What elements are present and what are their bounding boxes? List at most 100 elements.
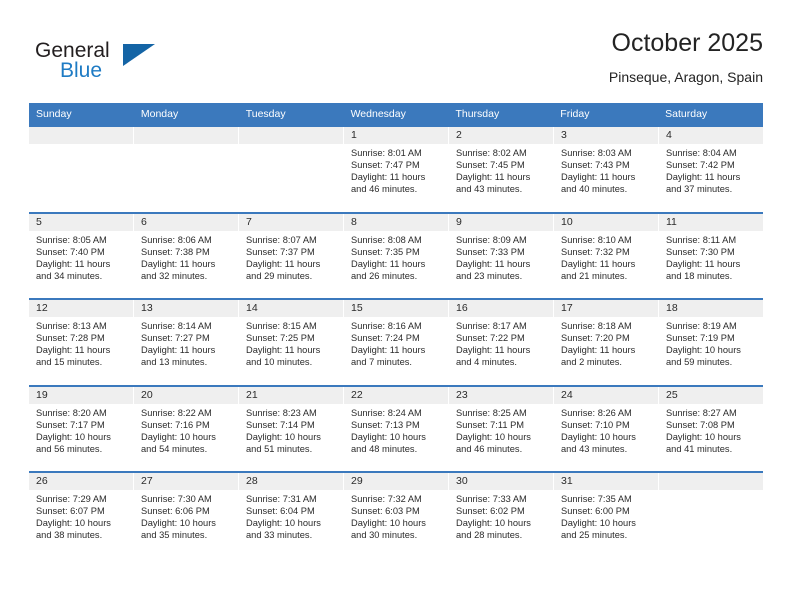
calendar-day-cell[interactable]: 8 Sunrise: 8:08 AM Sunset: 7:35 PM Daylight… bbox=[344, 213, 449, 298]
day-number: 21 bbox=[239, 386, 343, 404]
day-number: 11 bbox=[659, 213, 763, 231]
day-number: 30 bbox=[449, 473, 553, 490]
day-detail-line: and 46 minutes. bbox=[456, 443, 523, 454]
calendar-day-cell[interactable]: 18 Sunrise: 8:19 AM Sunset: 7:19 PM Dayligh… bbox=[659, 300, 763, 385]
day-detail-line: and 56 minutes. bbox=[36, 443, 103, 454]
day-number: 3 bbox=[554, 127, 658, 144]
day-detail-line: Sunset: 6:02 PM bbox=[456, 506, 525, 517]
day-detail-line: Sunset: 7:14 PM bbox=[246, 419, 315, 430]
calendar-day-cell[interactable]: 31 Sunrise: 7:35 AM Sunset: 6:00 PM Dayligh… bbox=[554, 473, 659, 558]
calendar-day-cell[interactable]: 12 Sunrise: 8:13 AM Sunset: 7:28 PM Dayligh… bbox=[29, 300, 134, 385]
day-detail-line: Sunset: 7:40 PM bbox=[36, 246, 105, 257]
day-detail-line: Sunset: 7:13 PM bbox=[351, 419, 420, 430]
day-detail-line: and 30 minutes. bbox=[351, 530, 418, 541]
day-details: Sunrise: 8:08 AM Sunset: 7:35 PM Daylight:… bbox=[344, 231, 448, 282]
day-detail-line: Sunrise: 7:32 AM bbox=[351, 494, 422, 504]
day-details: Sunrise: 8:11 AM Sunset: 7:30 PM Daylight:… bbox=[659, 231, 763, 282]
calendar-day-cell[interactable]: 16 Sunrise: 8:17 AM Sunset: 7:22 PM Dayligh… bbox=[449, 300, 554, 385]
day-number: 14 bbox=[239, 300, 343, 317]
calendar-day-cell[interactable]: 26 Sunrise: 7:29 AM Sunset: 6:07 PM Dayligh… bbox=[29, 473, 134, 558]
day-detail-line: and 2 minutes. bbox=[561, 357, 622, 368]
calendar-day-cell[interactable]: 24 Sunrise: 8:26 AM Sunset: 7:10 PM Dayligh… bbox=[554, 386, 659, 471]
page-header: General Blue October 2025 Pinseque, Arag… bbox=[29, 28, 763, 98]
day-detail-line: Daylight: 10 hours bbox=[561, 518, 636, 529]
day-detail-line: Sunrise: 8:23 AM bbox=[246, 407, 317, 418]
calendar-day-cell[interactable]: 19 Sunrise: 8:20 AM Sunset: 7:17 PM Dayligh… bbox=[29, 386, 134, 471]
calendar-day-cell[interactable]: 2 Sunrise: 8:02 AM Sunset: 7:45 PM Daylight… bbox=[449, 127, 554, 212]
calendar-day-cell[interactable]: 22 Sunrise: 8:24 AM Sunset: 7:13 PM Dayligh… bbox=[344, 386, 449, 471]
day-details: Sunrise: 8:27 AM Sunset: 7:08 PM Daylight:… bbox=[659, 404, 763, 455]
calendar-day-cell[interactable]: 7 Sunrise: 8:07 AM Sunset: 7:37 PM Daylight… bbox=[239, 213, 344, 298]
day-detail-line: Sunset: 7:20 PM bbox=[561, 333, 630, 344]
calendar-day-cell[interactable]: 9 Sunrise: 8:09 AM Sunset: 7:33 PM Daylight… bbox=[449, 213, 554, 298]
calendar-day-cell[interactable]: 28 Sunrise: 7:31 AM Sunset: 6:04 PM Dayligh… bbox=[239, 473, 344, 558]
calendar-day-cell[interactable]: 17 Sunrise: 8:18 AM Sunset: 7:20 PM Dayligh… bbox=[554, 300, 659, 385]
weekday-header-row: Sunday Monday Tuesday Wednesday Thursday Frid… bbox=[29, 103, 763, 125]
calendar-day-cell[interactable]: 5 Sunrise: 8:05 AM Sunset: 7:40 PM Daylight… bbox=[29, 213, 134, 298]
day-detail-line: Sunset: 7:28 PM bbox=[36, 333, 105, 344]
logo-text-blue: Blue bbox=[60, 59, 103, 82]
generalblue-logo[interactable]: General Blue bbox=[29, 34, 209, 90]
day-detail-line: and 29 minutes. bbox=[246, 270, 313, 281]
day-number: 19 bbox=[29, 386, 133, 404]
day-details bbox=[134, 144, 238, 147]
day-detail-line: Daylight: 10 hours bbox=[351, 431, 426, 442]
day-details bbox=[239, 144, 343, 147]
day-detail-line: Sunrise: 8:06 AM bbox=[141, 234, 212, 245]
day-details: Sunrise: 8:13 AM Sunset: 7:28 PM Daylight:… bbox=[29, 317, 133, 368]
calendar-weeks: 1 Sunrise: 8:01 AM Sunset: 7:47 PM Daylight… bbox=[29, 125, 763, 558]
calendar-week-row: 5 Sunrise: 8:05 AM Sunset: 7:40 PM Daylight… bbox=[29, 211, 763, 298]
day-detail-line: Daylight: 11 hours bbox=[666, 258, 741, 269]
day-number: 17 bbox=[554, 300, 658, 317]
day-detail-line: Sunset: 7:32 PM bbox=[561, 246, 630, 257]
day-detail-line: Sunset: 7:25 PM bbox=[246, 333, 315, 344]
day-details: Sunrise: 8:09 AM Sunset: 7:33 PM Daylight:… bbox=[449, 231, 553, 282]
calendar-day-cell[interactable]: 10 Sunrise: 8:10 AM Sunset: 7:32 PM Dayligh… bbox=[554, 213, 659, 298]
calendar-day-cell[interactable]: 11 Sunrise: 8:11 AM Sunset: 7:30 PM Dayligh… bbox=[659, 213, 763, 298]
day-details: Sunrise: 8:24 AM Sunset: 7:13 PM Daylight:… bbox=[344, 404, 448, 455]
day-number: 25 bbox=[659, 386, 763, 404]
calendar-day-cell[interactable]: 4 Sunrise: 8:04 AM Sunset: 7:42 PM Daylight… bbox=[659, 127, 763, 212]
day-detail-line: Sunset: 7:11 PM bbox=[456, 419, 525, 430]
day-detail-line: Sunrise: 8:08 AM bbox=[351, 234, 422, 245]
day-detail-line: Sunrise: 7:29 AM bbox=[36, 494, 107, 504]
calendar-day-cell[interactable]: 15 Sunrise: 8:16 AM Sunset: 7:24 PM Dayligh… bbox=[344, 300, 449, 385]
calendar-day-cell[interactable]: 13 Sunrise: 8:14 AM Sunset: 7:27 PM Dayligh… bbox=[134, 300, 239, 385]
calendar-day-cell[interactable]: 27 Sunrise: 7:30 AM Sunset: 6:06 PM Dayligh… bbox=[134, 473, 239, 558]
day-details: Sunrise: 8:14 AM Sunset: 7:27 PM Daylight:… bbox=[134, 317, 238, 368]
day-detail-line: Sunset: 7:43 PM bbox=[561, 160, 630, 171]
day-detail-line: Sunset: 7:19 PM bbox=[666, 333, 735, 344]
day-number: 18 bbox=[659, 300, 763, 317]
calendar-day-cell[interactable]: 21 Sunrise: 8:23 AM Sunset: 7:14 PM Dayligh… bbox=[239, 386, 344, 471]
day-detail-line: Daylight: 10 hours bbox=[36, 431, 111, 442]
calendar-day-cell[interactable]: 3 Sunrise: 8:03 AM Sunset: 7:43 PM Daylight… bbox=[554, 127, 659, 212]
day-detail-line: Daylight: 11 hours bbox=[246, 345, 321, 356]
day-details: Sunrise: 8:02 AM Sunset: 7:45 PM Daylight:… bbox=[449, 144, 553, 195]
day-number: 5 bbox=[29, 213, 133, 231]
calendar-week-row: 19 Sunrise: 8:20 AM Sunset: 7:17 PM Dayligh… bbox=[29, 384, 763, 471]
calendar-day-cell[interactable]: 29 Sunrise: 7:32 AM Sunset: 6:03 PM Dayligh… bbox=[344, 473, 449, 558]
day-detail-line: Sunrise: 8:13 AM bbox=[36, 321, 107, 331]
day-detail-line: and 43 minutes. bbox=[456, 184, 523, 195]
day-detail-line: and 43 minutes. bbox=[561, 443, 628, 454]
calendar-day-cell[interactable]: 23 Sunrise: 8:25 AM Sunset: 7:11 PM Dayligh… bbox=[449, 386, 554, 471]
day-detail-line: and 13 minutes. bbox=[141, 357, 208, 368]
calendar-day-cell[interactable]: 25 Sunrise: 8:27 AM Sunset: 7:08 PM Dayligh… bbox=[659, 386, 763, 471]
day-number: 7 bbox=[239, 213, 343, 231]
day-detail-line: Sunrise: 8:07 AM bbox=[246, 234, 317, 245]
day-detail-line: Sunrise: 8:20 AM bbox=[36, 407, 107, 418]
calendar-day-cell[interactable]: 20 Sunrise: 8:22 AM Sunset: 7:16 PM Dayligh… bbox=[134, 386, 239, 471]
day-detail-line: Sunrise: 7:35 AM bbox=[561, 494, 632, 504]
day-detail-line: and 7 minutes. bbox=[351, 357, 412, 368]
calendar-day-cell[interactable]: 1 Sunrise: 8:01 AM Sunset: 7:47 PM Daylight… bbox=[344, 127, 449, 212]
day-number: 15 bbox=[344, 300, 448, 317]
day-number: 27 bbox=[134, 473, 238, 490]
calendar-day-cell[interactable]: 30 Sunrise: 7:33 AM Sunset: 6:02 PM Dayligh… bbox=[449, 473, 554, 558]
weekday-header-thursday: Thursday bbox=[455, 108, 500, 120]
day-detail-line: Daylight: 11 hours bbox=[456, 172, 531, 183]
weekday-header-saturday: Saturday bbox=[665, 108, 708, 120]
calendar-cell-empty bbox=[29, 127, 134, 212]
calendar-day-cell[interactable]: 6 Sunrise: 8:06 AM Sunset: 7:38 PM Daylight… bbox=[134, 213, 239, 298]
day-detail-line: Daylight: 11 hours bbox=[246, 258, 321, 269]
calendar-day-cell[interactable]: 14 Sunrise: 8:15 AM Sunset: 7:25 PM Dayligh… bbox=[239, 300, 344, 385]
